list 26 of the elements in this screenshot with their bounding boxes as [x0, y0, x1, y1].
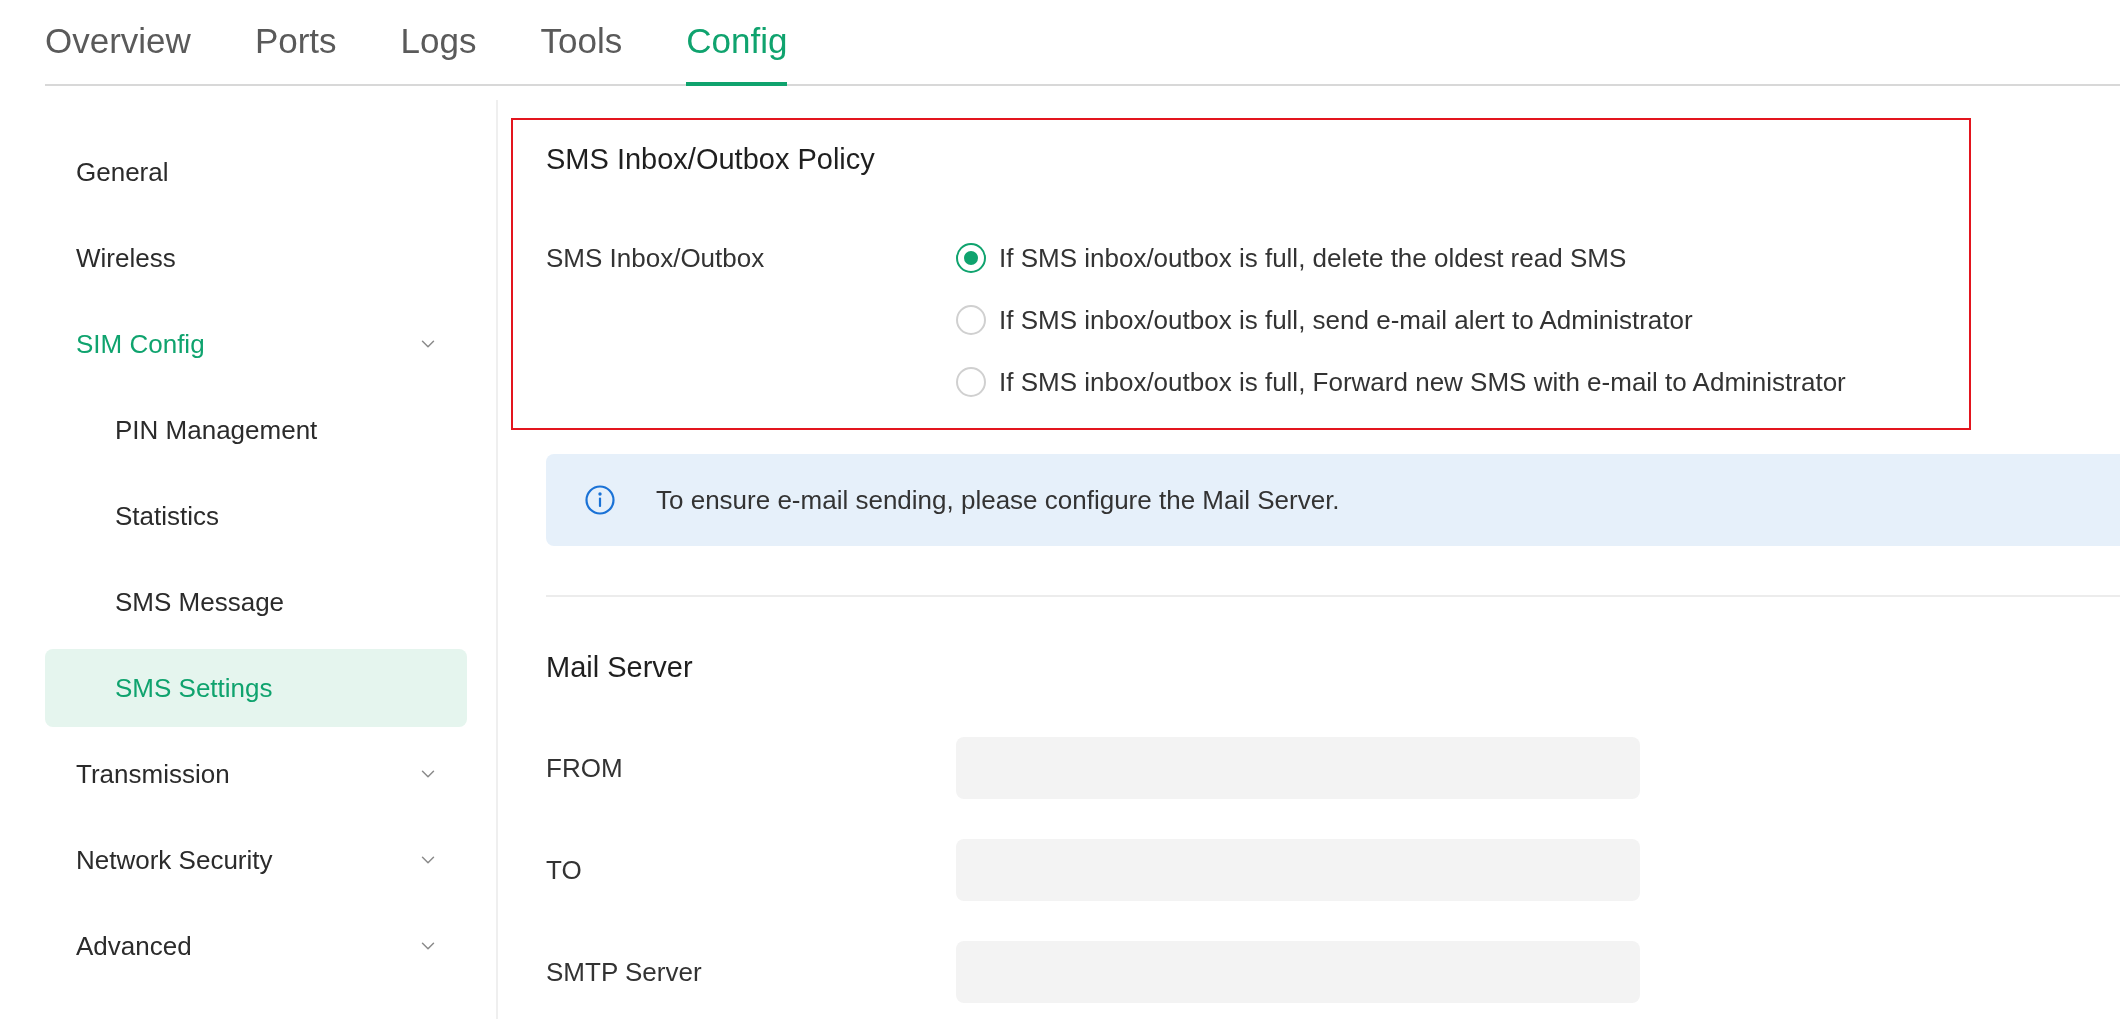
sidebar-subitem[interactable]: PIN Management	[45, 391, 467, 469]
radio-icon[interactable]	[956, 243, 986, 273]
sidebar-subitem[interactable]: Statistics	[45, 477, 467, 555]
nav-tab[interactable]: Tools	[540, 0, 623, 86]
radio-option[interactable]: If SMS inbox/outbox is full, Forward new SMS with e-mail to Administrator	[956, 351, 1846, 413]
field-label: SMS Inbox/Outbox	[546, 242, 766, 275]
section-title: SMS Inbox/Outbox Policy	[546, 142, 876, 177]
info-icon	[585, 485, 615, 515]
sidebar-subitem[interactable]: SMS Message	[45, 563, 467, 641]
field-label: SMTP Server	[546, 956, 702, 987]
nav-tab[interactable]: Overview	[45, 0, 191, 86]
field-label: FROM	[546, 752, 623, 783]
section-title: Mail Server	[546, 650, 693, 685]
sidebar-item[interactable]: Network Security	[45, 821, 467, 899]
radio-option[interactable]: If SMS inbox/outbox is full, delete the oldest read SMS	[956, 227, 1627, 289]
nav-tab[interactable]: Ports	[254, 0, 337, 86]
sidebar-item[interactable]: General	[45, 133, 467, 211]
radio-icon[interactable]	[956, 367, 986, 397]
sidebar-item[interactable]: Advanced	[45, 907, 467, 985]
radio-option[interactable]: If SMS inbox/outbox is full, send e-mail alert to Administrator	[956, 289, 1693, 351]
nav-tab[interactable]: Logs	[400, 0, 477, 86]
radio-icon[interactable]	[956, 305, 986, 335]
sidebar-item[interactable]: Transmission	[45, 735, 467, 813]
field-label: TO	[546, 854, 582, 885]
notice-text: To ensure e-mail sending, please configure the Mail Server.	[656, 484, 1340, 516]
sidebar-item[interactable]: Wireless	[45, 219, 467, 297]
